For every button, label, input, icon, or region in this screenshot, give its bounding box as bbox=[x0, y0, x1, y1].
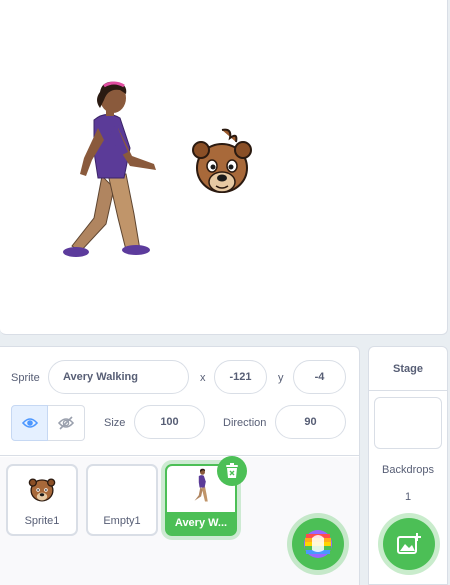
sprite-info: Sprite Avery Walking x -121 y -4 Size 10… bbox=[0, 347, 359, 456]
add-backdrop-icon bbox=[397, 533, 421, 554]
direction-label: Direction bbox=[223, 417, 267, 429]
y-input[interactable]: -4 bbox=[293, 360, 346, 394]
sprite-pane: Sprite Avery Walking x -121 y -4 Size 10… bbox=[0, 346, 360, 585]
backdrops-count: 1 bbox=[404, 491, 412, 503]
sprite-label: Sprite bbox=[11, 372, 40, 384]
choose-backdrop-button[interactable] bbox=[383, 518, 435, 570]
size-input[interactable]: 100 bbox=[134, 405, 205, 439]
show-sprite-button[interactable] bbox=[11, 405, 48, 441]
stage-title: Stage bbox=[369, 347, 447, 391]
backdrops-label: Backdrops bbox=[382, 464, 434, 476]
x-input[interactable]: -121 bbox=[214, 360, 267, 394]
eye-slash-icon bbox=[57, 416, 75, 430]
sprite-tile-label: Empty1 bbox=[103, 515, 141, 527]
size-label: Size bbox=[104, 417, 126, 429]
visibility-toggle bbox=[11, 405, 86, 441]
stage-canvas[interactable] bbox=[0, 0, 448, 335]
sprite-tile-label: Sprite1 bbox=[24, 515, 60, 527]
trash-icon bbox=[226, 463, 238, 478]
avery-sprite[interactable] bbox=[58, 78, 163, 263]
cat-sprite-icon bbox=[304, 530, 332, 558]
x-label: x bbox=[200, 372, 206, 384]
sprite-name-input[interactable]: Avery Walking bbox=[48, 360, 189, 394]
direction-input[interactable]: 90 bbox=[275, 405, 346, 439]
bear-sprite-icon bbox=[28, 478, 56, 502]
delete-sprite-button[interactable] bbox=[217, 456, 247, 486]
sprite-tile-empty1[interactable]: Empty1 bbox=[86, 464, 158, 536]
stage-target-pane[interactable]: Stage Backdrops 1 bbox=[368, 346, 448, 585]
sprite-tile-sprite1[interactable]: Sprite1 bbox=[6, 464, 78, 536]
sprite-tile-label: Avery W... bbox=[174, 517, 228, 529]
avery-sprite-icon bbox=[194, 468, 208, 502]
eye-icon bbox=[21, 418, 38, 428]
hide-sprite-button[interactable] bbox=[48, 405, 85, 441]
sprite-list: Sprite1 Empty1 Avery W... bbox=[0, 456, 359, 585]
stage-thumbnail[interactable] bbox=[374, 397, 442, 449]
sprite-tile-avery-walking[interactable]: Avery W... bbox=[165, 456, 247, 536]
choose-sprite-button[interactable] bbox=[292, 518, 344, 570]
y-label: y bbox=[278, 372, 284, 384]
bear-sprite[interactable] bbox=[192, 128, 252, 206]
